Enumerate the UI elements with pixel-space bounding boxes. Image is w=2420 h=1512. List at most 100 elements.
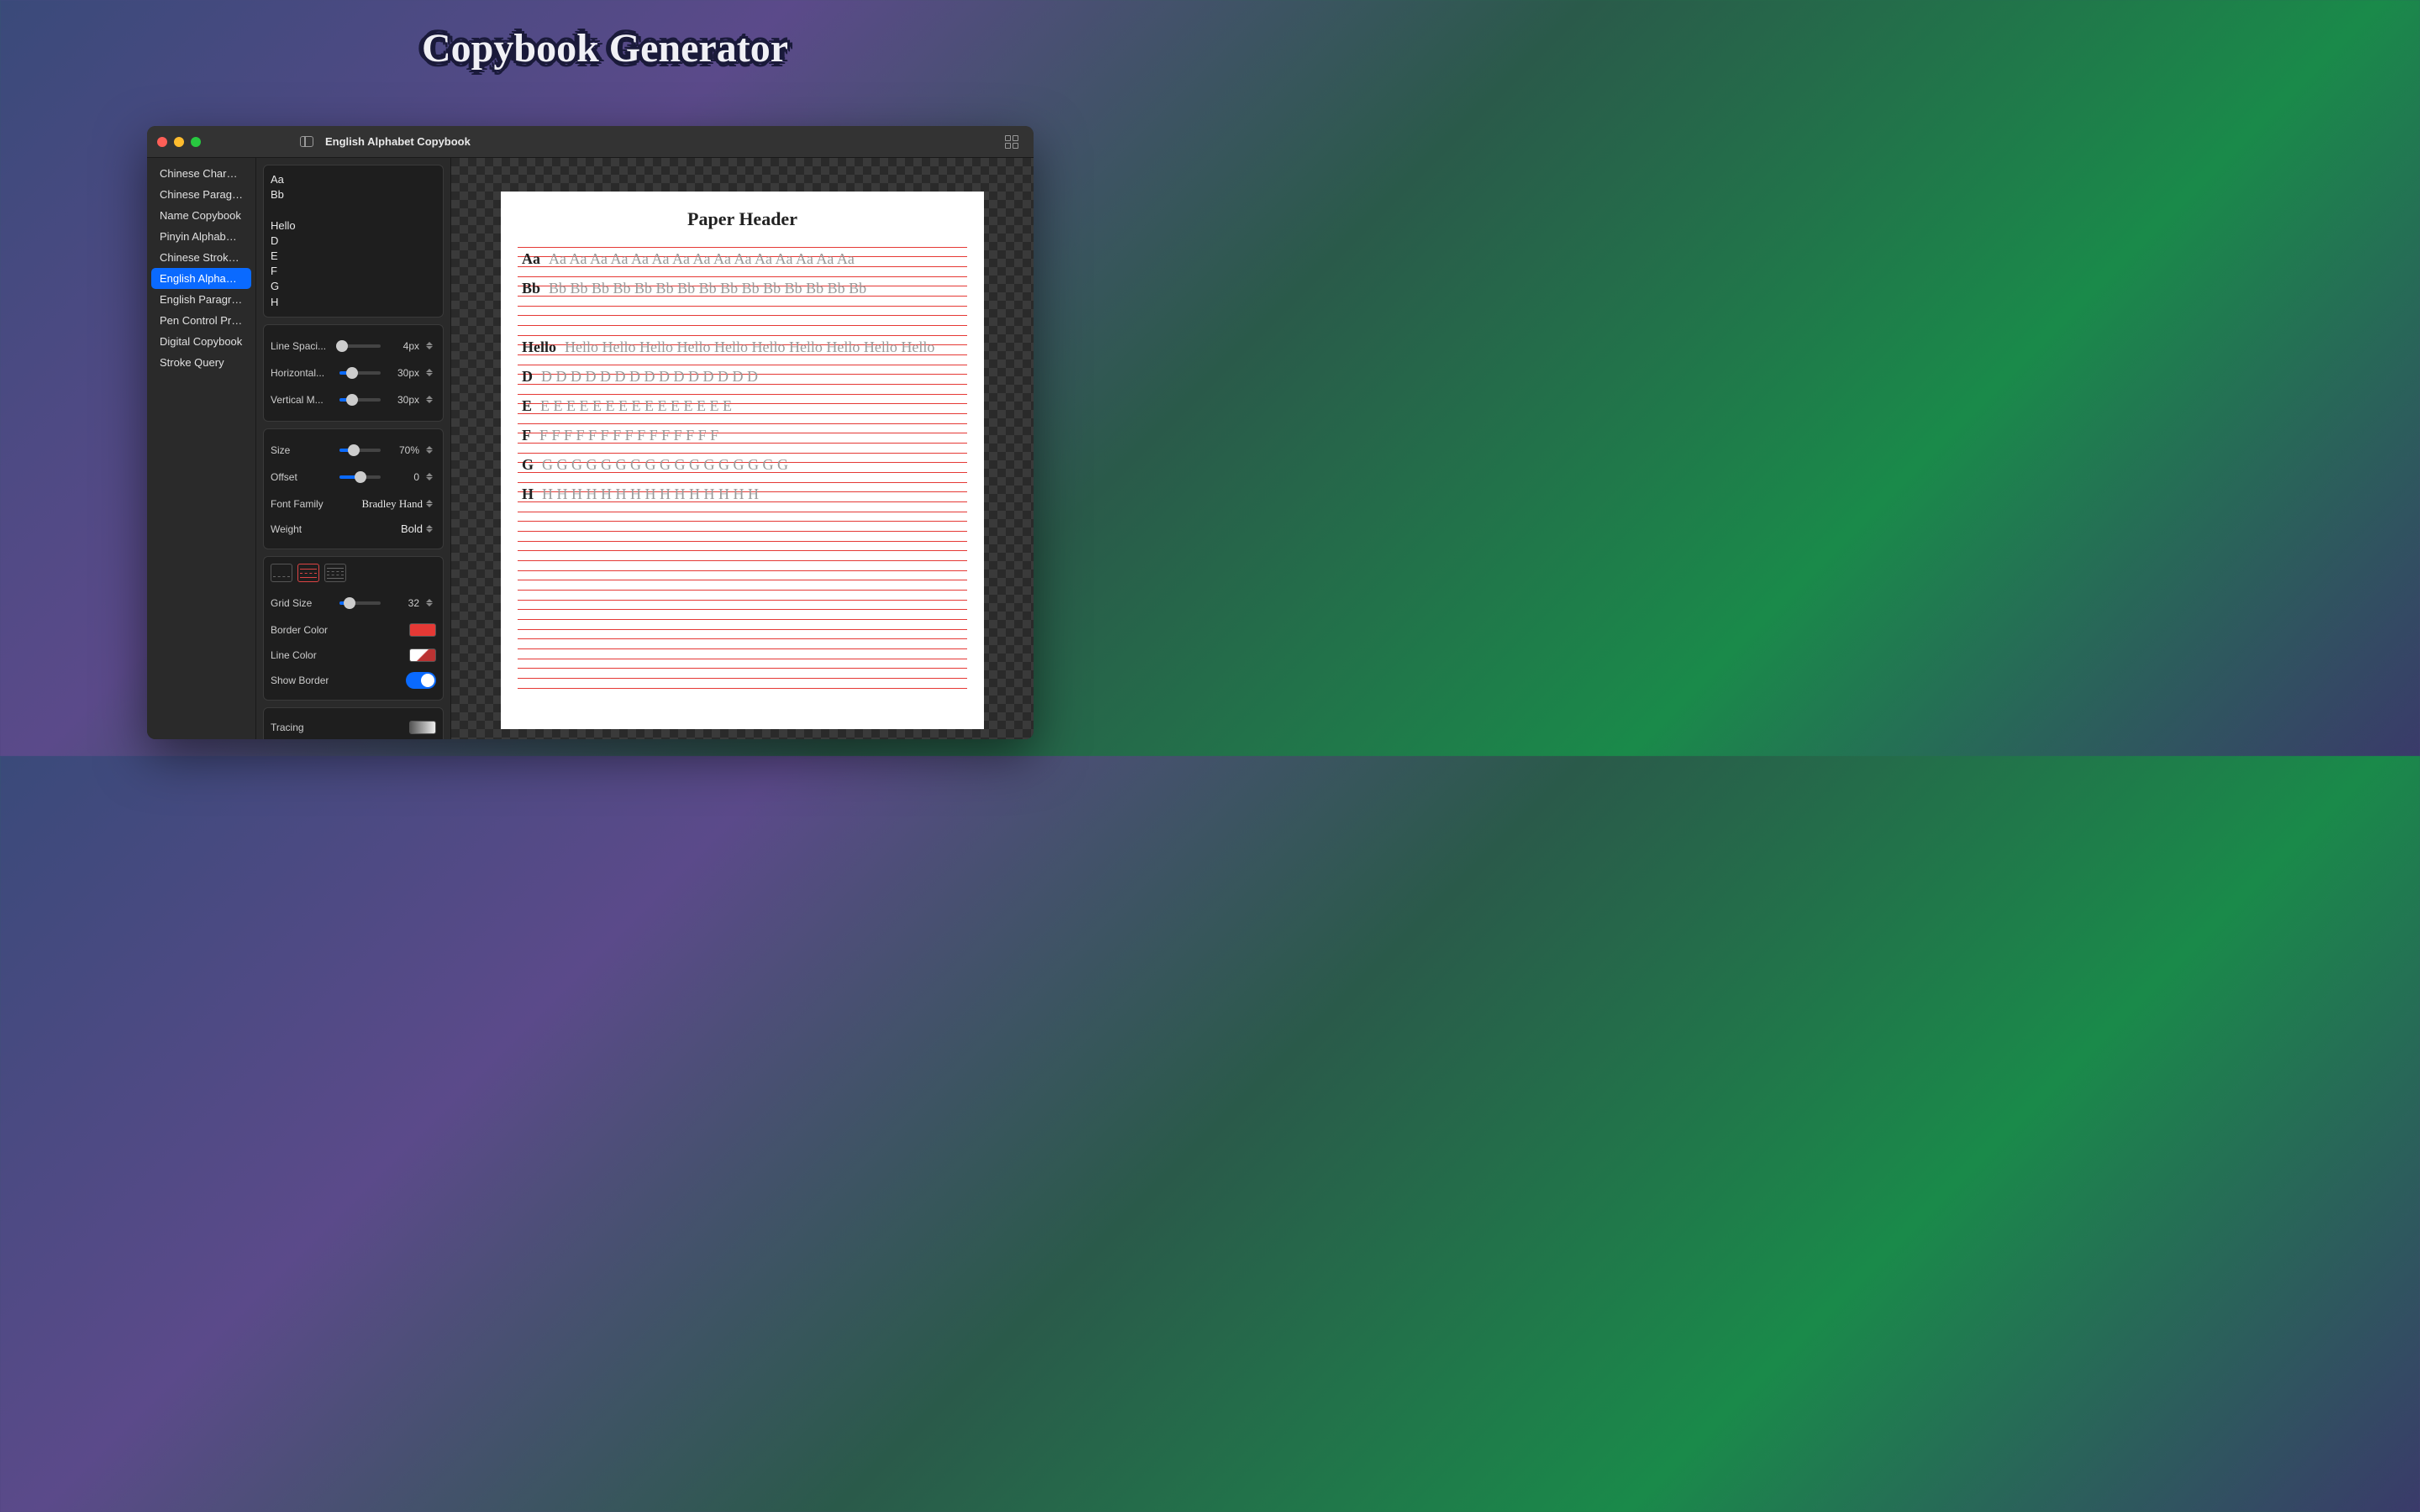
tracing-row: Tracing <box>271 715 436 739</box>
practice-content: Hello Hello Hello Hello Hello Hello Hello… <box>522 335 963 365</box>
size-slider[interactable] <box>339 449 381 452</box>
grid-size-row: Grid Size 32 <box>271 591 436 616</box>
window-title: English Alphabet Copybook <box>325 135 471 148</box>
practice-row <box>518 629 967 659</box>
text-content[interactable]: Aa Bb Hello D E F G H <box>271 172 436 310</box>
weight-stepper[interactable] <box>426 521 436 538</box>
vertical-margin-stepper[interactable] <box>426 391 436 408</box>
weight-row: Weight Bold <box>271 517 436 542</box>
sidebar-item-0[interactable]: Chinese Charac... <box>151 163 251 184</box>
tracing-color-swatch[interactable] <box>409 721 436 734</box>
view-grid-icon[interactable] <box>1005 135 1018 149</box>
sidebar-item-8[interactable]: Digital Copybook <box>151 331 251 352</box>
sidebar-item-9[interactable]: Stroke Query <box>151 352 251 373</box>
font-family-row: Font Family Bradley Hand <box>271 491 436 517</box>
practice-row: GG G G G G G G G G G G G G G G G G <box>518 453 967 482</box>
line-color-label: Line Color <box>271 649 317 661</box>
practice-first: F <box>522 423 531 447</box>
practice-row: AaAa Aa Aa Aa Aa Aa Aa Aa Aa Aa Aa Aa Aa… <box>518 247 967 276</box>
minimize-window-button[interactable] <box>174 137 184 147</box>
grid-style-1[interactable] <box>271 564 292 582</box>
offset-slider[interactable] <box>339 475 381 479</box>
practice-trace: H H H H H H H H H H H H H H H <box>542 482 963 506</box>
border-color-swatch[interactable] <box>409 623 436 637</box>
text-input-panel[interactable]: Aa Bb Hello D E F G H <box>263 165 444 318</box>
window-body: Chinese Charac...Chinese Paragr...Name C… <box>147 158 1034 739</box>
practice-content: DD D D D D D D D D D D D D D D <box>522 365 963 394</box>
weight-value[interactable]: Bold <box>401 522 423 535</box>
practice-row: DD D D D D D D D D D D D D D D <box>518 365 967 394</box>
sidebar-item-4[interactable]: Chinese Stroke... <box>151 247 251 268</box>
border-color-row: Border Color <box>271 617 436 643</box>
font-panel: Size 70% Offset 0 Font Family Bradley Ha… <box>263 428 444 549</box>
grid-style-2[interactable] <box>297 564 319 582</box>
practice-first: H <box>522 482 534 506</box>
paper-header: Paper Header <box>501 208 984 230</box>
sidebar-item-3[interactable]: Pinyin Alphabet... <box>151 226 251 247</box>
practice-content: HH H H H H H H H H H H H H H H <box>522 482 963 512</box>
practice-first: Hello <box>522 335 556 359</box>
practice-content: BbBb Bb Bb Bb Bb Bb Bb Bb Bb Bb Bb Bb Bb… <box>522 276 963 306</box>
practice-content: AaAa Aa Aa Aa Aa Aa Aa Aa Aa Aa Aa Aa Aa… <box>522 247 963 276</box>
sidebar-item-1[interactable]: Chinese Paragr... <box>151 184 251 205</box>
grid-panel: Grid Size 32 Border Color Line Color Sho… <box>263 556 444 701</box>
line-color-row: Line Color <box>271 643 436 668</box>
practice-rows-container: AaAa Aa Aa Aa Aa Aa Aa Aa Aa Aa Aa Aa Aa… <box>501 247 984 688</box>
horizontal-margin-stepper[interactable] <box>426 365 436 381</box>
font-family-stepper[interactable] <box>426 496 436 512</box>
sidebar-item-7[interactable]: Pen Control Pra... <box>151 310 251 331</box>
offset-label: Offset <box>271 471 333 483</box>
practice-first: E <box>522 394 532 417</box>
practice-row <box>518 570 967 600</box>
paper: Paper Header AaAa Aa Aa Aa Aa Aa Aa Aa A… <box>501 192 984 729</box>
tracing-label: Tracing <box>271 722 304 733</box>
sidebar-toggle-icon[interactable] <box>300 136 313 147</box>
show-border-toggle[interactable] <box>406 672 436 689</box>
inspector-panel: Aa Bb Hello D E F G H Line Spaci... 4px … <box>256 158 451 739</box>
grid-size-stepper[interactable] <box>426 595 436 612</box>
line-spacing-slider[interactable] <box>339 344 381 348</box>
offset-stepper[interactable] <box>426 469 436 486</box>
font-family-label: Font Family <box>271 498 324 510</box>
titlebar: English Alphabet Copybook <box>147 126 1034 158</box>
vertical-margin-label: Vertical M... <box>271 394 333 406</box>
practice-row: Hello Hello Hello Hello Hello Hello Hello… <box>518 335 967 365</box>
sidebar: Chinese Charac...Chinese Paragr...Name C… <box>147 158 256 739</box>
practice-row <box>518 306 967 335</box>
show-border-row: Show Border <box>271 668 436 693</box>
practice-first: D <box>522 365 533 388</box>
practice-row: BbBb Bb Bb Bb Bb Bb Bb Bb Bb Bb Bb Bb Bb… <box>518 276 967 306</box>
close-window-button[interactable] <box>157 137 167 147</box>
grid-size-slider[interactable] <box>339 601 381 605</box>
line-color-swatch[interactable] <box>409 648 436 662</box>
horizontal-margin-label: Horizontal... <box>271 367 333 379</box>
practice-trace: F F F F F F F F F F F F F F F <box>539 423 963 447</box>
grid-style-3[interactable] <box>324 564 346 582</box>
sidebar-item-6[interactable]: English Paragra... <box>151 289 251 310</box>
practice-row: EE E E E E E E E E E E E E E E <box>518 394 967 423</box>
spacing-panel: Line Spaci... 4px Horizontal... 30px Ver… <box>263 324 444 422</box>
horizontal-margin-slider[interactable] <box>339 371 381 375</box>
grid-size-label: Grid Size <box>271 597 333 609</box>
grid-size-value: 32 <box>387 597 419 609</box>
preview-area[interactable]: Paper Header AaAa Aa Aa Aa Aa Aa Aa Aa A… <box>451 158 1034 739</box>
size-stepper[interactable] <box>426 442 436 459</box>
weight-label: Weight <box>271 523 302 535</box>
vertical-margin-value: 30px <box>387 394 419 406</box>
fullscreen-window-button[interactable] <box>191 137 201 147</box>
practice-first: G <box>522 453 534 476</box>
vertical-margin-slider[interactable] <box>339 398 381 402</box>
show-border-label: Show Border <box>271 675 329 686</box>
practice-trace: Hello Hello Hello Hello Hello Hello Hell… <box>565 335 963 359</box>
practice-row <box>518 659 967 688</box>
font-family-value[interactable]: Bradley Hand <box>361 497 423 511</box>
sidebar-item-2[interactable]: Name Copybook <box>151 205 251 226</box>
practice-trace: Aa Aa Aa Aa Aa Aa Aa Aa Aa Aa Aa Aa Aa A… <box>549 247 963 270</box>
line-spacing-stepper[interactable] <box>426 338 436 354</box>
sidebar-item-5[interactable]: English Alphabe... <box>151 268 251 289</box>
practice-content: FF F F F F F F F F F F F F F F <box>522 423 963 453</box>
practice-trace: E E E E E E E E E E E E E E E <box>540 394 963 417</box>
tracing-panel: Tracing <box>263 707 444 739</box>
size-value: 70% <box>387 444 419 456</box>
practice-row <box>518 600 967 629</box>
